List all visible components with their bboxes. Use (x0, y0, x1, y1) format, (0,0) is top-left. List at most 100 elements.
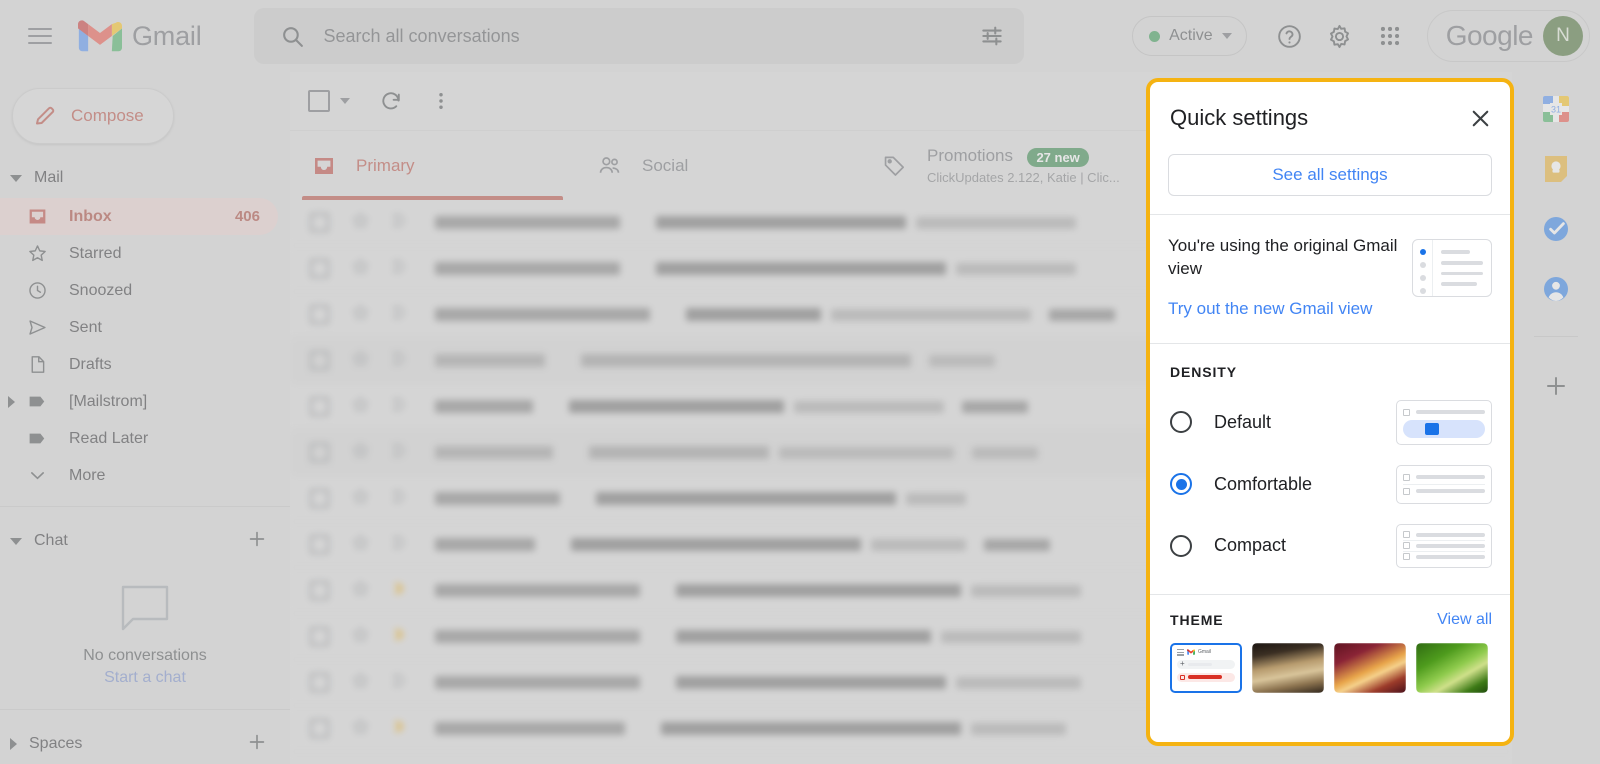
start-a-chat-link[interactable]: Start a chat (104, 669, 186, 687)
row-checkbox[interactable] (310, 213, 329, 232)
avatar[interactable]: N (1543, 16, 1583, 56)
more-vertical-icon[interactable] (420, 80, 462, 122)
tasks-icon[interactable] (1541, 214, 1571, 244)
theme-section: THEME View all Gmail (1150, 595, 1510, 707)
row-checkbox[interactable] (310, 581, 329, 600)
row-checkbox[interactable] (310, 673, 329, 692)
chevron-right-icon[interactable] (8, 396, 15, 408)
importance-marker-icon[interactable] (390, 257, 409, 281)
importance-marker-icon[interactable] (390, 349, 409, 373)
contacts-icon[interactable] (1541, 274, 1571, 304)
row-checkbox[interactable] (310, 259, 329, 278)
star-icon[interactable] (351, 625, 370, 649)
importance-marker-icon[interactable] (390, 211, 409, 235)
compose-button[interactable]: Compose (12, 88, 174, 144)
star-icon[interactable] (351, 349, 370, 373)
theme-canyon[interactable] (1334, 643, 1406, 693)
draft-icon (27, 354, 53, 375)
sidebar-item-drafts[interactable]: Drafts (0, 346, 278, 383)
plus-icon[interactable] (1539, 369, 1573, 403)
select-dropdown-chevron-icon[interactable] (340, 98, 350, 104)
search-icon[interactable] (272, 15, 314, 57)
importance-marker-icon[interactable] (390, 671, 409, 695)
row-checkbox[interactable] (310, 351, 329, 370)
theme-section-title: THEME (1170, 612, 1224, 628)
density-option-compact[interactable]: Compact (1170, 524, 1492, 568)
importance-marker-icon[interactable] (390, 303, 409, 327)
radio-compact[interactable] (1170, 535, 1192, 557)
row-checkbox[interactable] (310, 397, 329, 416)
theme-leaf[interactable] (1416, 643, 1488, 693)
rail-divider (1534, 336, 1578, 337)
account-button[interactable]: Google N (1427, 10, 1590, 62)
plus-icon[interactable] (246, 528, 268, 555)
sidebar-item-snoozed[interactable]: Snoozed (0, 272, 278, 309)
star-icon[interactable] (351, 395, 370, 419)
row-checkbox[interactable] (310, 489, 329, 508)
importance-marker-icon[interactable] (390, 717, 409, 741)
sidebar-divider (0, 506, 290, 507)
star-icon[interactable] (351, 211, 370, 235)
star-icon[interactable] (351, 671, 370, 695)
star-icon[interactable] (351, 717, 370, 741)
refresh-icon[interactable] (370, 80, 412, 122)
radio-default[interactable] (1170, 411, 1192, 433)
importance-marker-icon[interactable] (390, 533, 409, 557)
tab-primary[interactable]: Primary (290, 131, 575, 200)
status-label: Active (1169, 27, 1213, 45)
sidebar-item-more[interactable]: More (0, 457, 278, 494)
sidebar-item-read-later[interactable]: Read Later (0, 420, 278, 457)
theme-view-all-link[interactable]: View all (1437, 611, 1492, 629)
star-icon[interactable] (351, 533, 370, 557)
help-circle-icon[interactable] (1267, 13, 1313, 59)
close-icon[interactable] (1460, 98, 1500, 138)
keep-icon[interactable] (1541, 154, 1571, 184)
sidebar-section-spaces[interactable]: Spaces (0, 724, 290, 764)
row-checkbox[interactable] (310, 719, 329, 738)
star-icon[interactable] (351, 579, 370, 603)
density-default-thumbnail (1396, 400, 1492, 445)
search-input[interactable] (314, 26, 970, 47)
radio-comfortable[interactable] (1170, 473, 1192, 495)
importance-marker-icon[interactable] (390, 579, 409, 603)
row-checkbox[interactable] (310, 535, 329, 554)
gmail-brand[interactable]: Gmail (78, 19, 202, 53)
star-icon[interactable] (351, 487, 370, 511)
sidebar-section-mail[interactable]: Mail (0, 158, 290, 198)
theme-default-light[interactable]: Gmail + (1170, 643, 1242, 693)
density-option-default[interactable]: Default (1170, 400, 1492, 445)
gmail-view-text: You're using the original Gmail view (1168, 235, 1400, 281)
star-icon[interactable] (351, 441, 370, 465)
tab-social[interactable]: Social (575, 131, 860, 200)
gmail-view-section: You're using the original Gmail view Try… (1150, 215, 1510, 343)
sidebar-item-sent[interactable]: Sent (0, 309, 278, 346)
importance-marker-icon[interactable] (390, 395, 409, 419)
tab-promotions[interactable]: Promotions 27 new ClickUpdates 2.122, Ka… (860, 131, 1145, 200)
gear-icon[interactable] (1317, 13, 1363, 59)
importance-marker-icon[interactable] (390, 625, 409, 649)
apps-grid-icon[interactable] (1367, 13, 1413, 59)
plus-icon[interactable] (246, 731, 268, 758)
density-option-comfortable[interactable]: Comfortable (1170, 465, 1492, 504)
star-icon[interactable] (351, 257, 370, 281)
select-all-checkbox[interactable] (308, 90, 330, 112)
star-icon[interactable] (351, 303, 370, 327)
status-chip[interactable]: Active (1132, 16, 1247, 56)
importance-marker-icon[interactable] (390, 441, 409, 465)
tune-filter-icon[interactable] (970, 14, 1014, 58)
row-checkbox[interactable] (310, 627, 329, 646)
sidebar-item-starred[interactable]: Starred (0, 235, 278, 272)
sidebar-item-mailstrom[interactable]: [Mailstrom] (0, 383, 278, 420)
try-new-gmail-view-link[interactable]: Try out the new Gmail view (1168, 298, 1400, 321)
sidebar-item-inbox[interactable]: Inbox 406 (0, 198, 278, 235)
theme-chess[interactable] (1252, 643, 1324, 693)
sidebar-section-chat[interactable]: Chat (0, 521, 290, 561)
chat-empty-text: No conversations (83, 647, 207, 665)
hamburger-menu-icon[interactable] (16, 12, 64, 60)
see-all-settings-button[interactable]: See all settings (1168, 154, 1492, 196)
row-checkbox[interactable] (310, 305, 329, 324)
search-bar[interactable] (254, 8, 1024, 64)
importance-marker-icon[interactable] (390, 487, 409, 511)
calendar-icon[interactable]: 31 (1541, 94, 1571, 124)
row-checkbox[interactable] (310, 443, 329, 462)
